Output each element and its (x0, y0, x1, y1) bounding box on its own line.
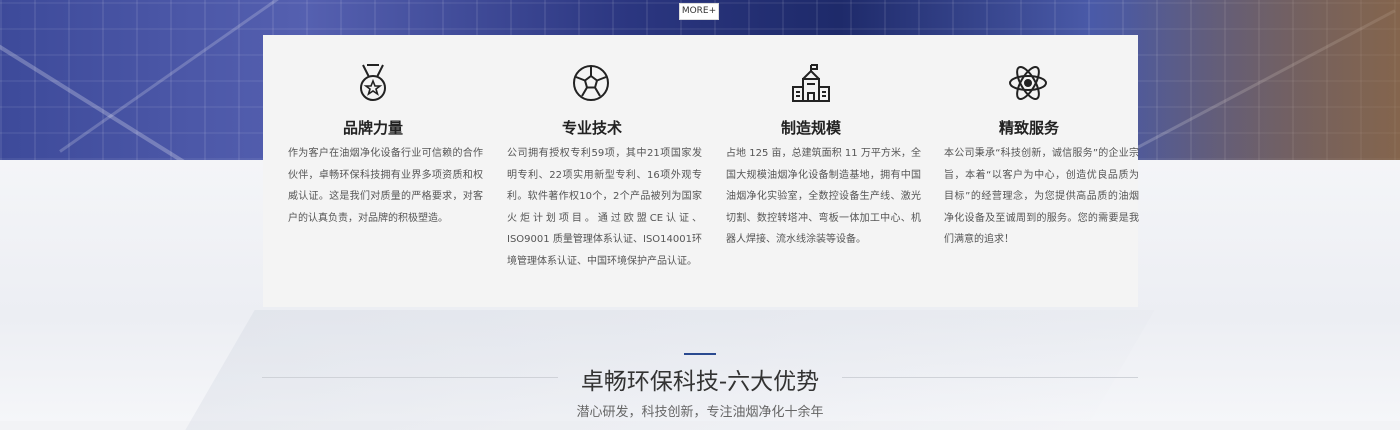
medal-icon (352, 63, 394, 103)
feature-description: 占地 125 亩，总建筑面积 11 万平方米，全国大规模油烟净化设备制造基地，拥… (726, 148, 921, 245)
heading-accent-bar (684, 353, 716, 355)
section-heading: 卓畅环保科技-六大优势 (580, 369, 820, 395)
feature-description: 公司拥有授权专利59项，其中21项国家发明专利、22项实用新型专利、16项外观专… (507, 148, 702, 267)
heading-divider-right (842, 377, 1138, 378)
heading-divider-left (262, 377, 558, 378)
feature-title: 品牌力量 (343, 119, 404, 137)
feature-description: 作为客户在油烟净化设备行业可信赖的合作伙伴，卓畅环保科技拥有业界多项资质和权威认… (288, 148, 483, 224)
feature-title: 制造规模 (781, 119, 842, 137)
soccer-ball-icon (570, 63, 612, 103)
section-subheading: 潜心研发，科技创新，专注油烟净化十余年 (576, 405, 824, 420)
feature-title: 专业技术 (562, 119, 623, 137)
atom-icon (1007, 63, 1049, 103)
features-panel: 品牌力量 作为客户在油烟净化设备行业可信赖的合作伙伴，卓畅环保科技拥有业界多项资… (263, 35, 1139, 307)
hero-warm-tint (1130, 0, 1400, 160)
more-button[interactable]: MORE+ (679, 3, 719, 20)
feature-description: 本公司秉承“科技创新，诚信服务”的企业宗旨，本着“以客户为中心，创造优良品质为目… (944, 148, 1139, 245)
feature-title: 精致服务 (999, 119, 1060, 137)
factory-icon (790, 63, 832, 103)
